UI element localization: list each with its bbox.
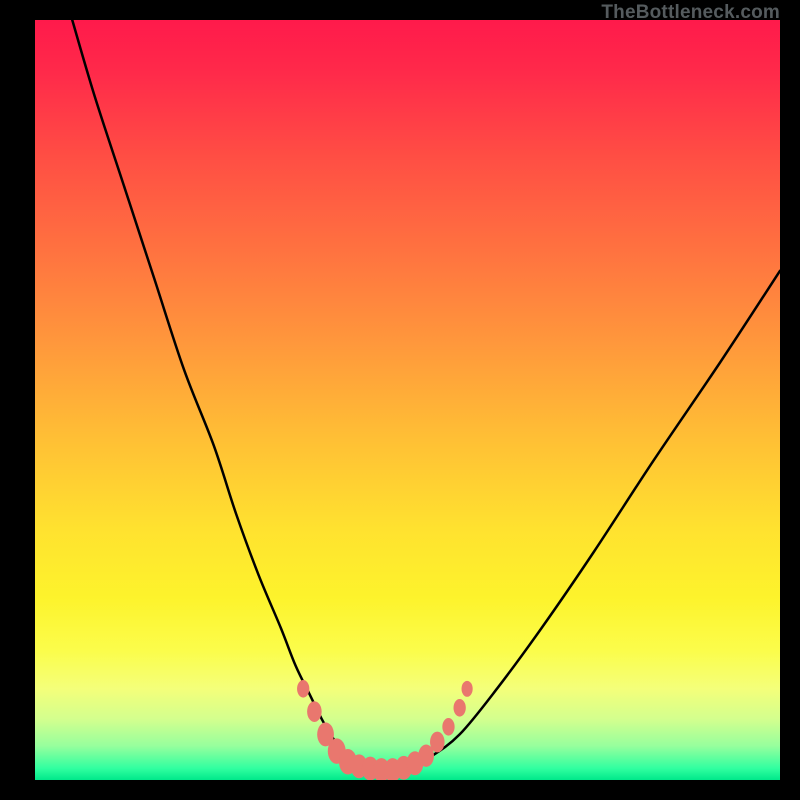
chart-frame: TheBottleneck.com	[0, 0, 800, 800]
curve-layer	[35, 20, 780, 780]
curve-marker	[462, 681, 473, 697]
curve-marker	[442, 718, 454, 736]
curve-markers	[297, 680, 473, 780]
curve-marker	[307, 701, 322, 722]
watermark-text: TheBottleneck.com	[601, 2, 780, 24]
bottleneck-curve	[72, 20, 780, 771]
curve-marker	[454, 699, 466, 717]
plot-area	[35, 20, 780, 780]
curve-marker	[297, 680, 309, 698]
curve-marker	[430, 732, 445, 753]
